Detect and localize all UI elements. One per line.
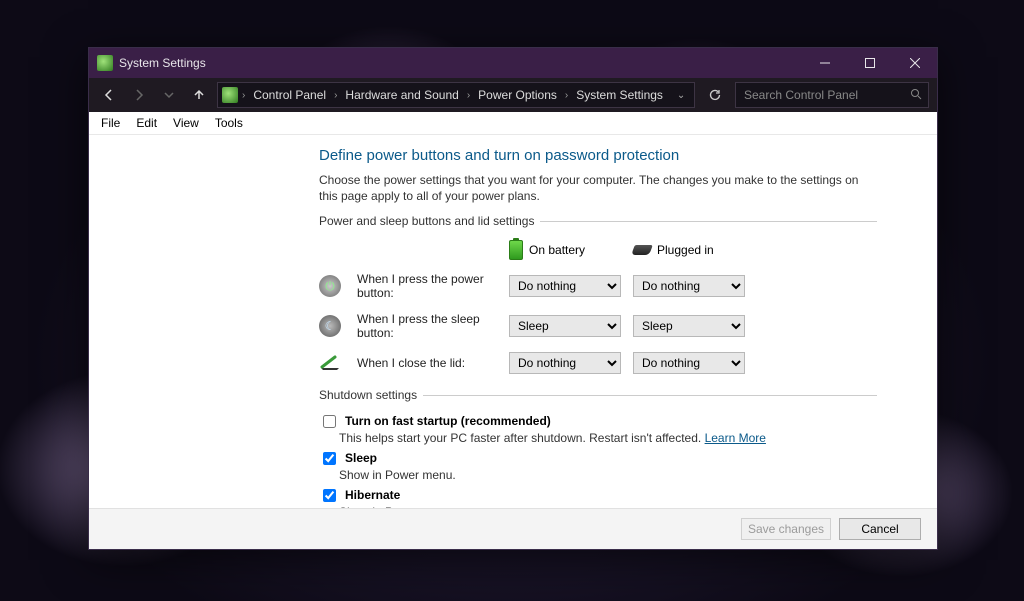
- breadcrumb-item[interactable]: System Settings: [572, 86, 667, 104]
- sleep-button-row-label: When I press the sleep button:: [357, 312, 497, 340]
- back-button[interactable]: [97, 83, 121, 107]
- search-box[interactable]: [735, 82, 929, 108]
- search-icon: [910, 88, 922, 103]
- learn-more-link[interactable]: Learn More: [705, 431, 766, 445]
- lid-plugged-select[interactable]: Do nothing: [633, 352, 745, 374]
- footer: Save changes Cancel: [89, 508, 937, 549]
- power-button-row-label: When I press the power button:: [357, 272, 497, 300]
- battery-icon: [509, 240, 523, 260]
- app-icon: [97, 55, 113, 71]
- window-title: System Settings: [119, 56, 206, 70]
- forward-button[interactable]: [127, 83, 151, 107]
- recent-locations-button[interactable]: [157, 83, 181, 107]
- content-area: Define power buttons and turn on passwor…: [89, 135, 937, 549]
- section-legend: Power and sleep buttons and lid settings: [319, 214, 540, 228]
- on-battery-header: On battery: [509, 240, 621, 260]
- power-button-icon: ⏻: [319, 275, 341, 297]
- fast-startup-label: Turn on fast startup (recommended): [345, 414, 551, 428]
- hibernate-checkbox[interactable]: [323, 489, 336, 502]
- lid-icon: [319, 352, 341, 374]
- sleep-option-label: Sleep: [345, 451, 377, 465]
- fast-startup-desc: This helps start your PC faster after sh…: [339, 431, 877, 445]
- menu-tools[interactable]: Tools: [207, 114, 251, 132]
- lid-row-label: When I close the lid:: [357, 356, 497, 370]
- breadcrumb-item[interactable]: Control Panel: [249, 86, 330, 104]
- chevron-down-icon[interactable]: ⌄: [671, 90, 691, 101]
- control-panel-icon: [222, 87, 238, 103]
- hibernate-option-label: Hibernate: [345, 488, 400, 502]
- section-legend: Shutdown settings: [319, 388, 423, 402]
- refresh-button[interactable]: [701, 88, 729, 102]
- sleep-button-icon: ☾: [319, 315, 341, 337]
- plugged-in-header: Plugged in: [633, 243, 745, 257]
- breadcrumb-item[interactable]: Power Options: [474, 86, 561, 104]
- address-bar: › Control Panel › Hardware and Sound › P…: [89, 78, 937, 112]
- system-settings-window: System Settings: [88, 47, 938, 550]
- page-heading: Define power buttons and turn on passwor…: [319, 147, 877, 164]
- cancel-button[interactable]: Cancel: [839, 518, 921, 540]
- power-button-battery-select[interactable]: Do nothing: [509, 275, 621, 297]
- maximize-button[interactable]: [847, 48, 892, 78]
- fast-startup-checkbox[interactable]: [323, 415, 336, 428]
- sleep-button-battery-select[interactable]: Sleep: [509, 315, 621, 337]
- sleep-option-desc: Show in Power menu.: [339, 468, 877, 482]
- up-button[interactable]: [187, 83, 211, 107]
- save-changes-button[interactable]: Save changes: [741, 518, 831, 540]
- menu-edit[interactable]: Edit: [128, 114, 165, 132]
- sleep-checkbox[interactable]: [323, 452, 336, 465]
- breadcrumb-item[interactable]: Hardware and Sound: [341, 86, 462, 104]
- chevron-right-icon[interactable]: ›: [240, 90, 247, 101]
- on-battery-label: On battery: [529, 243, 585, 257]
- plugged-in-label: Plugged in: [657, 243, 714, 257]
- page-description: Choose the power settings that you want …: [319, 172, 877, 204]
- lid-battery-select[interactable]: Do nothing: [509, 352, 621, 374]
- search-input[interactable]: [742, 87, 910, 103]
- menu-view[interactable]: View: [165, 114, 207, 132]
- chevron-right-icon[interactable]: ›: [332, 90, 339, 101]
- close-button[interactable]: [892, 48, 937, 78]
- desktop-wallpaper: System Settings: [0, 0, 1024, 601]
- chevron-right-icon[interactable]: ›: [465, 90, 472, 101]
- power-buttons-section: Power and sleep buttons and lid settings…: [319, 214, 877, 374]
- breadcrumb[interactable]: › Control Panel › Hardware and Sound › P…: [217, 82, 695, 108]
- plug-icon: [631, 245, 653, 255]
- chevron-right-icon[interactable]: ›: [563, 90, 570, 101]
- minimize-button[interactable]: [802, 48, 847, 78]
- menu-file[interactable]: File: [93, 114, 128, 132]
- titlebar[interactable]: System Settings: [89, 48, 937, 78]
- menubar: File Edit View Tools: [89, 112, 937, 135]
- power-button-plugged-select[interactable]: Do nothing: [633, 275, 745, 297]
- sleep-button-plugged-select[interactable]: Sleep: [633, 315, 745, 337]
